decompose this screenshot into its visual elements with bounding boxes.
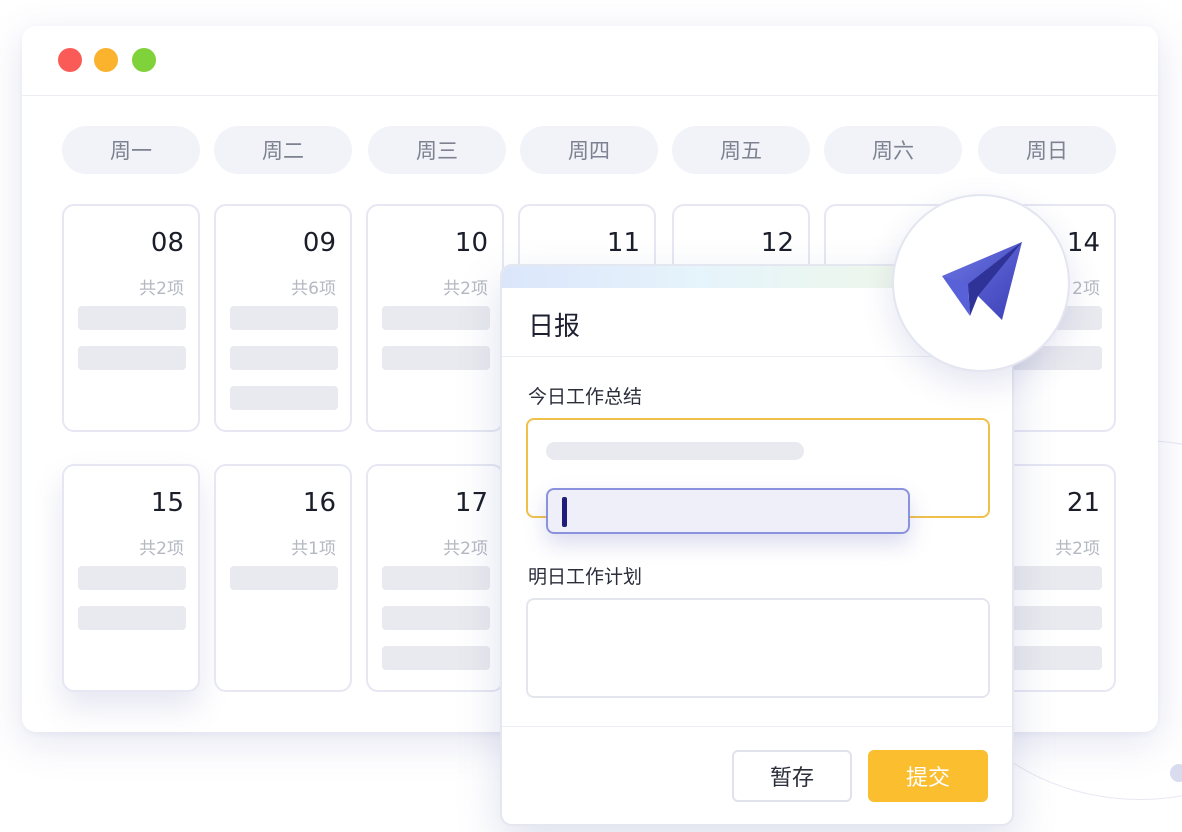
task-placeholder	[230, 346, 338, 370]
day-card-10[interactable]: 10 共2项	[366, 204, 504, 432]
paper-plane-icon	[942, 242, 1022, 320]
day-card-17[interactable]: 17 共2项	[366, 464, 504, 692]
day-number: 17	[454, 488, 488, 518]
item-count: 共2项	[139, 539, 184, 559]
weekday-sun: 周日	[978, 126, 1116, 174]
weekday-tue: 周二	[214, 126, 352, 174]
plan-label: 明日工作计划	[528, 566, 643, 588]
weekday-mon: 周一	[62, 126, 200, 174]
task-placeholder	[382, 646, 490, 670]
day-number: 12	[760, 228, 794, 258]
day-card-15[interactable]: 15 共2项	[62, 464, 200, 692]
weekday-fri: 周五	[672, 126, 810, 174]
text-input-focus[interactable]	[546, 488, 910, 534]
item-count: 共2项	[443, 279, 488, 299]
day-number: 15	[150, 488, 184, 518]
day-card-09[interactable]: 09 共6项	[214, 204, 352, 432]
stage: 周一 周二 周三 周四 周五 周六 周日 08 共2项 09 共6项 10 共2…	[0, 0, 1182, 832]
day-card-08[interactable]: 08 共2项	[62, 204, 200, 432]
item-count: 共2项	[443, 539, 488, 559]
task-placeholder	[382, 346, 490, 370]
weekday-thu: 周四	[520, 126, 658, 174]
summary-label: 今日工作总结	[528, 386, 643, 408]
decorative-dot	[1170, 764, 1182, 782]
zoom-window-button[interactable]	[132, 48, 156, 72]
weekday-sat: 周六	[824, 126, 962, 174]
weekday-wed: 周三	[368, 126, 506, 174]
task-placeholder	[230, 566, 338, 590]
minimize-window-button[interactable]	[94, 48, 118, 72]
day-card-16[interactable]: 16 共1项	[214, 464, 352, 692]
task-placeholder	[382, 306, 490, 330]
item-count: 共2项	[1055, 539, 1100, 559]
item-count: 2项	[1072, 279, 1100, 299]
task-placeholder	[78, 306, 186, 330]
day-number: 10	[454, 228, 488, 258]
title-bar	[22, 26, 1158, 96]
save-draft-button[interactable]: 暂存	[732, 750, 852, 802]
day-number: 21	[1066, 488, 1100, 518]
close-window-button[interactable]	[58, 48, 82, 72]
day-number: 16	[302, 488, 336, 518]
task-placeholder	[78, 606, 186, 630]
day-number: 09	[302, 228, 336, 258]
task-placeholder	[78, 346, 186, 370]
item-count: 共1项	[291, 539, 336, 559]
day-number: 08	[150, 228, 184, 258]
day-number: 14	[1066, 228, 1100, 258]
send-badge[interactable]	[892, 194, 1070, 372]
dialog-title: 日报	[528, 312, 581, 342]
task-placeholder	[382, 566, 490, 590]
day-number: 11	[606, 228, 640, 258]
task-placeholder	[230, 306, 338, 330]
task-placeholder	[230, 386, 338, 410]
tomorrow-plan-textarea[interactable]	[526, 598, 990, 698]
item-count: 共6项	[291, 279, 336, 299]
text-caret	[562, 497, 567, 527]
task-placeholder	[382, 606, 490, 630]
item-count: 共2项	[139, 279, 184, 299]
task-placeholder	[78, 566, 186, 590]
dialog-footer-divider	[502, 726, 1012, 727]
submit-button[interactable]: 提交	[868, 750, 988, 802]
text-placeholder-line	[546, 442, 804, 460]
